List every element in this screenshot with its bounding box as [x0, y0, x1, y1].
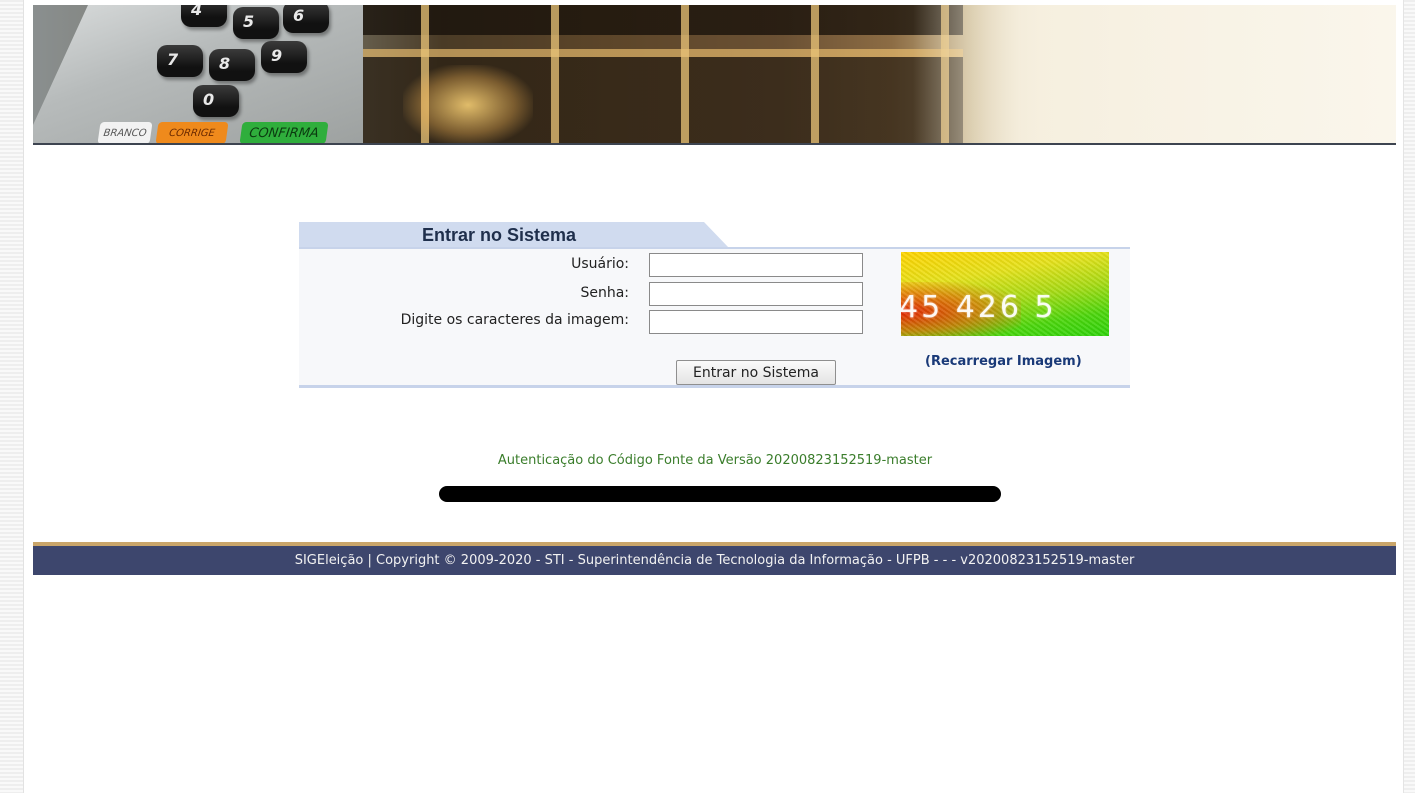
user-label: Usuário:: [571, 256, 629, 272]
password-input[interactable]: [649, 282, 863, 306]
confirma-key: CONFIRMA: [239, 122, 329, 143]
branco-key: BRANCO: [97, 122, 153, 143]
captcha-input[interactable]: [649, 310, 863, 334]
right-page-edge: [1403, 0, 1415, 793]
user-input[interactable]: [649, 253, 863, 277]
header-banner: 4 5 6 7 8 9 0 BRANCO CORRIGE CONFIRMA: [33, 5, 1396, 145]
keypad-key: 8: [209, 49, 255, 81]
building-light: [403, 65, 533, 143]
keypad-key: 4: [181, 5, 227, 27]
keypad-key: 5: [233, 7, 279, 39]
banner-fade: [913, 5, 1396, 143]
footer-text: SIGEleição | Copyright © 2009-2020 - STI…: [294, 553, 1135, 568]
login-submit-button[interactable]: Entrar no Sistema: [676, 360, 836, 385]
voting-machine-keypad: 4 5 6 7 8 9 0 BRANCO CORRIGE CONFIRMA: [33, 5, 363, 143]
captcha-code: 45 426 5: [901, 290, 1057, 325]
login-title: Entrar no Sistema: [422, 225, 577, 245]
footer: SIGEleição | Copyright © 2009-2020 - STI…: [33, 542, 1396, 575]
left-page-edge: [0, 0, 24, 793]
keypad-key: 0: [193, 85, 239, 117]
captcha-label: Digite os caracteres da imagem:: [400, 312, 629, 328]
version-text: Autenticação do Código Fonte da Versão 2…: [497, 453, 933, 468]
keypad-key: 9: [261, 41, 307, 73]
captcha-image: 45 426 5: [901, 252, 1109, 336]
corrige-key: CORRIGE: [155, 122, 229, 143]
reload-captcha-link[interactable]: (Recarregar Imagem): [925, 354, 1082, 369]
keypad-key: 7: [157, 45, 203, 77]
redaction-bar: [439, 486, 1001, 502]
password-label: Senha:: [580, 285, 629, 301]
keypad-key: 6: [283, 5, 329, 33]
